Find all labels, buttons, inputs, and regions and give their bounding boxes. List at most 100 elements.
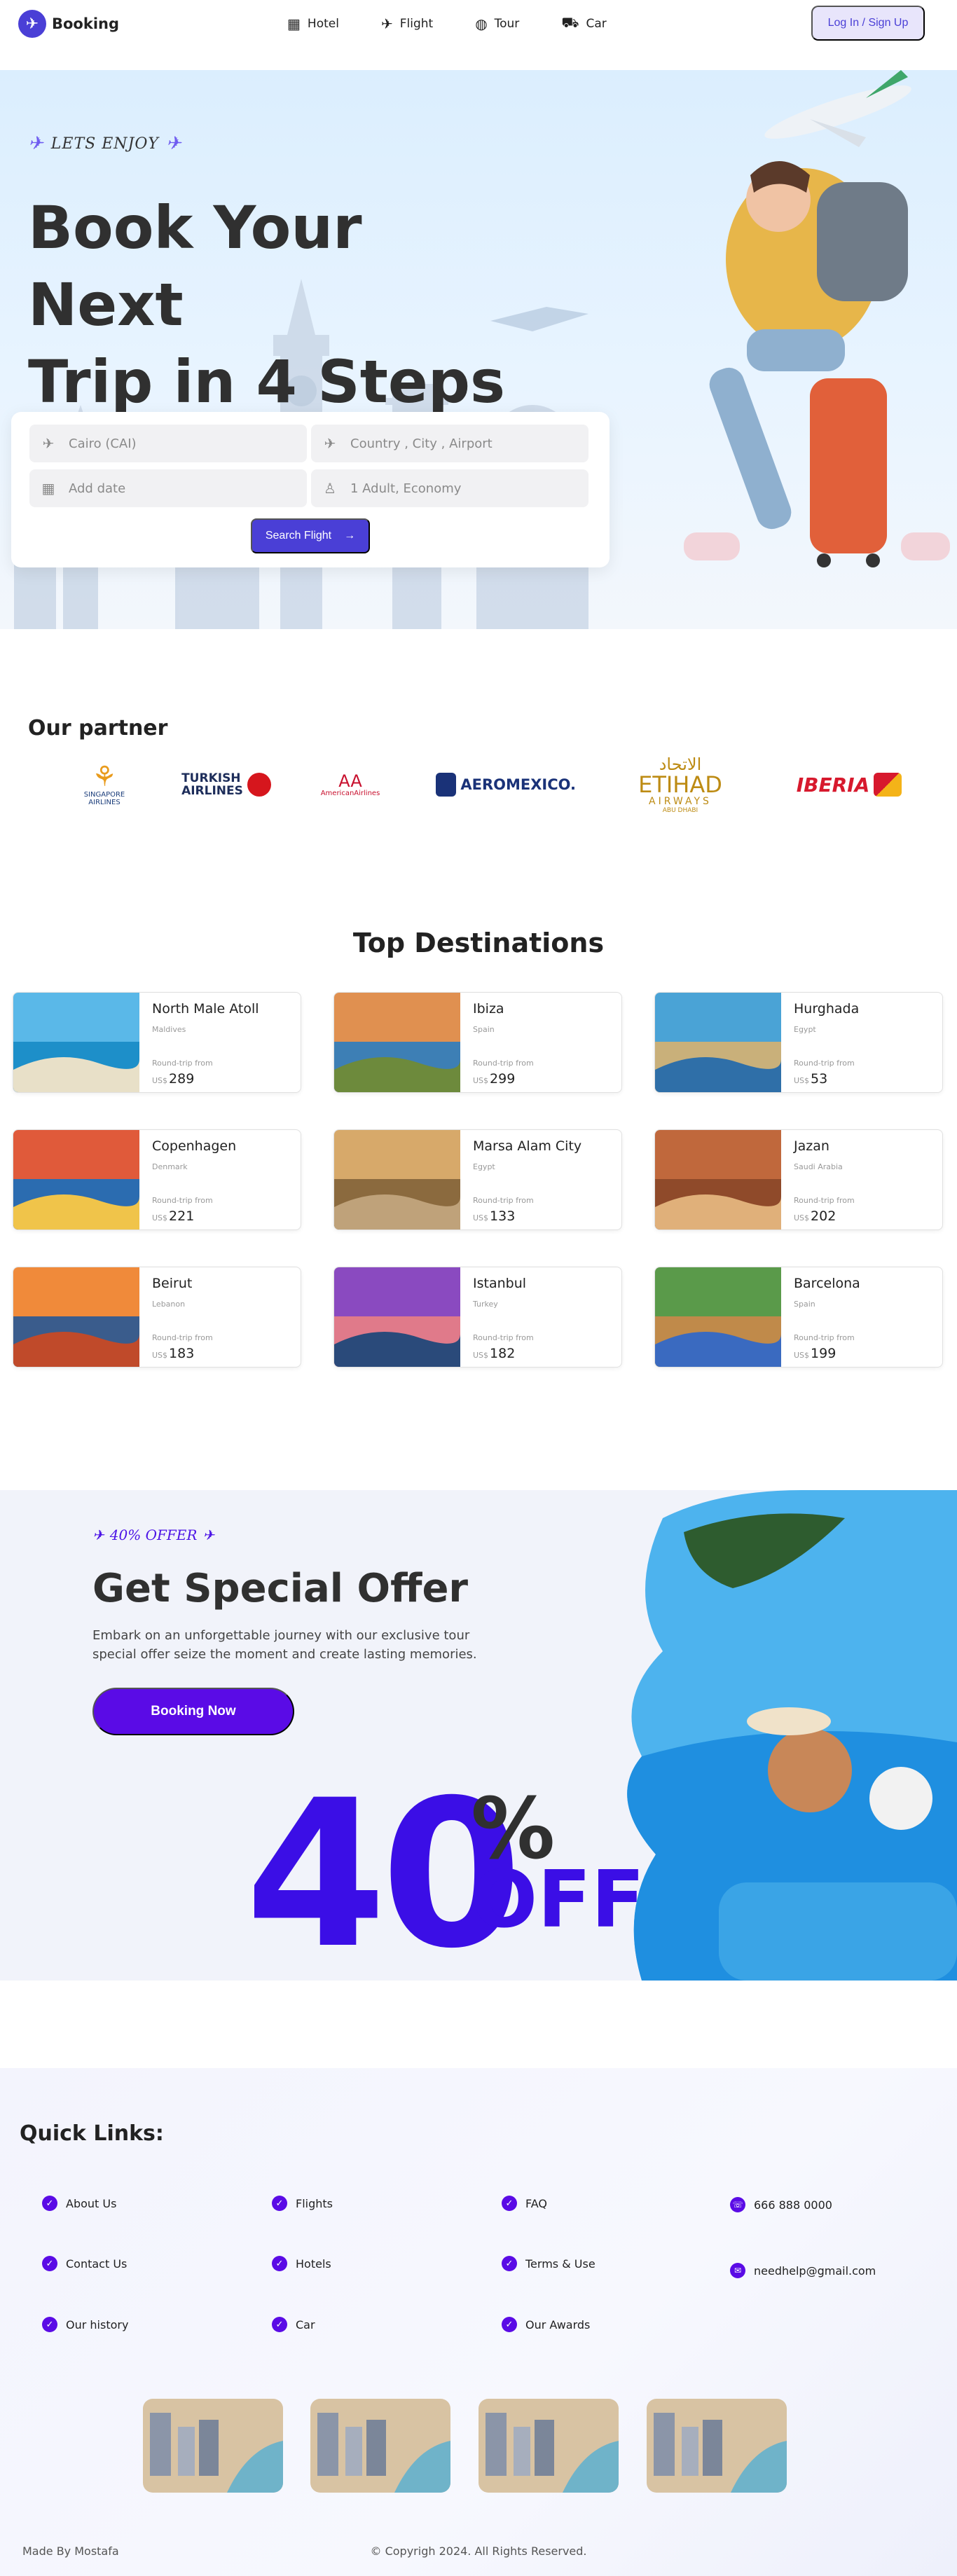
turkish-logo-icon: [247, 773, 271, 797]
link-label: Hotels: [296, 2257, 331, 2271]
hero-title-line1: Book Your Next: [28, 193, 362, 339]
link-car[interactable]: ✓ Car: [272, 2317, 315, 2332]
round-trip-label: Round-trip from: [794, 1059, 855, 1068]
destination-price: US$ 53: [794, 1071, 827, 1087]
round-trip-label: Round-trip from: [473, 1333, 534, 1342]
link-faq[interactable]: ✓ FAQ: [502, 2196, 547, 2211]
currency-label: US$: [473, 1076, 489, 1085]
destination-photo: [334, 1130, 460, 1230]
destination-country: Turkey: [473, 1300, 498, 1309]
gallery-thumbnail[interactable]: [310, 2399, 450, 2493]
check-icon: ✓: [272, 2256, 287, 2271]
check-icon: ✓: [42, 2317, 57, 2332]
american-eagle-icon: AA: [338, 771, 362, 791]
traveler-photo: [684, 70, 950, 567]
link-label: Flights: [296, 2196, 333, 2210]
american-text: AmericanAirlines: [320, 789, 380, 797]
quick-links-title: Quick Links:: [20, 2121, 164, 2146]
destination-country: Spain: [794, 1300, 815, 1309]
calendar-icon: ▦: [41, 480, 55, 497]
gallery-thumbnail[interactable]: [143, 2399, 283, 2493]
singapore-text-1: SINGAPORE: [83, 791, 125, 799]
destination-card[interactable]: Hurghada Egypt Round-trip from US$ 53: [654, 992, 943, 1093]
destination-card[interactable]: Istanbul Turkey Round-trip from US$ 182: [333, 1267, 622, 1368]
destination-country: Maldives: [152, 1025, 186, 1034]
link-label: Contact Us: [66, 2257, 128, 2271]
date-placeholder: Add date: [69, 481, 126, 496]
phone-icon: ☏: [730, 2197, 745, 2212]
round-trip-label: Round-trip from: [473, 1059, 534, 1068]
link-label: Our Awards: [525, 2317, 591, 2332]
arrow-right-icon: →: [344, 530, 356, 542]
nav-flight[interactable]: ✈ Flight: [381, 14, 433, 33]
destinations-title: Top Destinations: [352, 928, 605, 958]
gallery-thumbnail[interactable]: [478, 2399, 619, 2493]
price-value: 221: [169, 1208, 195, 1224]
booking-now-button[interactable]: Booking Now: [92, 1688, 294, 1735]
link-flights[interactable]: ✓ Flights: [272, 2196, 333, 2211]
currency-label: US$: [152, 1213, 168, 1222]
destination-price: US$ 133: [473, 1208, 515, 1224]
currency-label: US$: [152, 1351, 168, 1360]
check-icon: ✓: [502, 2317, 517, 2332]
price-value: 183: [169, 1346, 195, 1361]
currency-label: US$: [473, 1213, 489, 1222]
contact-email[interactable]: ✉ needhelp@gmail.com: [730, 2263, 876, 2278]
brand-logo[interactable]: ✈ Booking: [18, 10, 119, 38]
destination-price: US$ 182: [473, 1346, 515, 1361]
travelers-field[interactable]: ♙ 1 Adult, Economy: [311, 469, 588, 507]
nav-car[interactable]: ⛟ Car: [561, 14, 606, 33]
origin-field[interactable]: ✈ Cairo (CAI): [29, 425, 307, 462]
destination-photo: [655, 1130, 781, 1230]
phone-number: 666 888 0000: [754, 2198, 832, 2212]
link-our-history[interactable]: ✓ Our history: [42, 2317, 128, 2332]
round-trip-label: Round-trip from: [473, 1196, 534, 1205]
singapore-text-2: AIRLINES: [88, 799, 121, 806]
destination-photo: [334, 1267, 460, 1367]
destination-card[interactable]: Barcelona Spain Round-trip from US$ 199: [654, 1267, 943, 1368]
link-contact-us[interactable]: ✓ Contact Us: [42, 2256, 127, 2271]
aeromexico-eagle-icon: [436, 773, 457, 797]
link-hotels[interactable]: ✓ Hotels: [272, 2256, 331, 2271]
contact-phone[interactable]: ☏ 666 888 0000: [730, 2197, 832, 2212]
city-beach-image: [143, 2399, 283, 2493]
nav-hotel[interactable]: ▦ Hotel: [287, 14, 339, 33]
destination-card[interactable]: Marsa Alam City Egypt Round-trip from US$ 13…: [333, 1129, 622, 1230]
destination-price: US$ 221: [152, 1208, 194, 1224]
link-label: Our history: [66, 2317, 129, 2332]
nav-tour-label: Tour: [494, 16, 520, 31]
special-offer-section: ✈ 40% OFFER ✈ Get Special Offer Embark o…: [0, 1490, 957, 1981]
partners-title: Our partner: [28, 716, 168, 741]
destination-country: Saudi Arabia: [794, 1162, 843, 1171]
hero-title-line2: Trip in 4 Steps: [28, 347, 505, 416]
travelers-value: 1 Adult, Economy: [350, 481, 462, 496]
destination-card[interactable]: North Male Atoll Maldives Round-trip from U…: [13, 992, 301, 1093]
destination-field[interactable]: ✈ Country , City , Airport: [311, 425, 588, 462]
login-signup-button[interactable]: Log In / Sign Up: [811, 6, 925, 41]
price-value: 289: [169, 1071, 195, 1087]
destination-card[interactable]: Jazan Saudi Arabia Round-trip from US$ 202: [654, 1129, 943, 1230]
plane-icon: ✈: [380, 15, 393, 32]
destination-name: Copenhagen: [152, 1138, 237, 1154]
destination-card[interactable]: Beirut Lebanon Round-trip from US$ 183: [13, 1267, 301, 1368]
plane-decor-icon: ✈: [28, 133, 44, 154]
link-about-us[interactable]: ✓ About Us: [42, 2196, 116, 2211]
destination-card[interactable]: Ibiza Spain Round-trip from US$ 299: [333, 992, 622, 1093]
city-beach-image: [647, 2399, 787, 2493]
currency-label: US$: [794, 1076, 810, 1085]
link-our-awards[interactable]: ✓ Our Awards: [502, 2317, 590, 2332]
round-trip-label: Round-trip from: [152, 1059, 213, 1068]
destination-price: US$ 202: [794, 1208, 836, 1224]
gallery-thumbnail[interactable]: [647, 2399, 787, 2493]
destination-photo: [655, 993, 781, 1092]
brand-name: Booking: [52, 15, 120, 32]
nav-hotel-label: Hotel: [307, 16, 339, 31]
destination-name: Marsa Alam City: [473, 1138, 582, 1154]
plane-decor-icon: ✈: [202, 1527, 215, 1543]
nav-tour[interactable]: ◍ Tour: [475, 14, 519, 33]
hero-tagline-text: LETS ENJOY: [50, 135, 159, 153]
destination-card[interactable]: Copenhagen Denmark Round-trip from US$ 221: [13, 1129, 301, 1230]
search-flight-button[interactable]: Search Flight →: [251, 518, 370, 553]
link-terms[interactable]: ✓ Terms & Use: [502, 2256, 595, 2271]
date-field[interactable]: ▦ Add date: [29, 469, 307, 507]
